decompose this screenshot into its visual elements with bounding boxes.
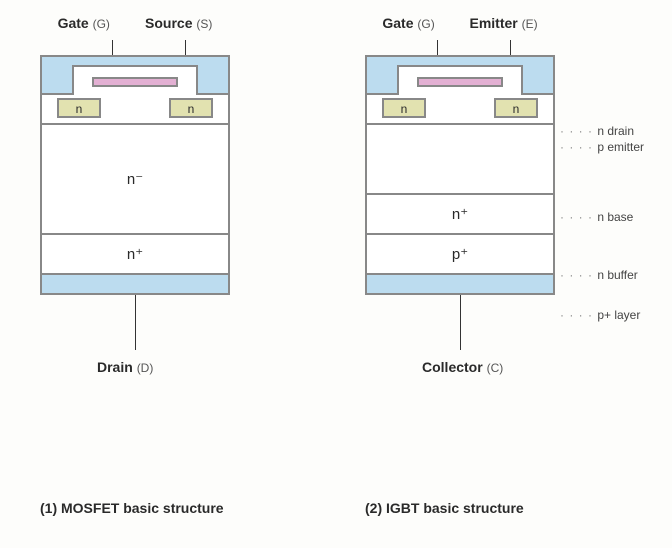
n-buffer-layer: n⁺ <box>367 195 553 235</box>
collector-label: Collector (C) <box>422 359 503 375</box>
mosfet-body: n n n⁻ n⁺ <box>40 55 230 295</box>
drain-symbol: (D) <box>137 361 154 375</box>
n-well-right: n <box>169 98 213 118</box>
mosfet-caption: (1) MOSFET basic structure <box>40 500 224 516</box>
gate-text: Gate <box>382 15 413 31</box>
mosfet-device: Gate (G) Source (S) n n n⁻ n⁺ Dra <box>40 55 230 295</box>
emitter-symbol: (E) <box>522 17 538 31</box>
igbt-device: Gate (G) Emitter (E) n n n⁺ p⁺ <box>365 55 555 295</box>
collector-symbol: (C) <box>487 361 504 375</box>
collector-lead <box>460 295 461 350</box>
n-well-left: n <box>57 98 101 118</box>
n-minus-layer: n⁻ <box>42 125 228 235</box>
drain-contact <box>42 275 228 293</box>
p-plus-layer: p⁺ <box>367 235 553 275</box>
n-plus-layer: n⁺ <box>42 235 228 275</box>
emitter-label: Emitter (E) <box>469 15 537 31</box>
n-well-row: n n <box>42 95 228 125</box>
annotation-n-buffer: n buffer <box>560 268 638 282</box>
gate-label: Gate (G) <box>58 15 110 31</box>
igbt-top-labels: Gate (G) Emitter (E) <box>365 15 555 31</box>
source-label: Source (S) <box>145 15 212 31</box>
emitter-text: Emitter <box>469 15 517 31</box>
collector-contact <box>367 275 553 293</box>
gate-electrode-icon <box>417 77 503 87</box>
gate-symbol: (G) <box>93 17 110 31</box>
drain-label: Drain (D) <box>97 359 153 375</box>
oxide-cap-layer <box>42 57 228 95</box>
gate-electrode-icon <box>92 77 178 87</box>
n-well-row: n n <box>367 95 553 125</box>
diagram-wrapper: Gate (G) Source (S) n n n⁻ n⁺ Dra <box>0 0 672 548</box>
n-base-layer <box>367 125 553 195</box>
annotation-p-plus-layer: p+ layer <box>560 308 640 322</box>
n-well-right: n <box>494 98 538 118</box>
annotation-n-drain: n drain <box>560 124 634 138</box>
drain-text: Drain <box>97 359 133 375</box>
annotation-p-emitter: p emitter <box>560 140 644 154</box>
annotation-n-base: n base <box>560 210 633 224</box>
gate-label: Gate (G) <box>382 15 434 31</box>
drain-lead <box>135 295 136 350</box>
collector-text: Collector <box>422 359 483 375</box>
source-text: Source <box>145 15 192 31</box>
mosfet-top-labels: Gate (G) Source (S) <box>40 15 230 31</box>
igbt-body: n n n⁺ p⁺ <box>365 55 555 295</box>
source-symbol: (S) <box>196 17 212 31</box>
n-well-left: n <box>382 98 426 118</box>
gate-text: Gate <box>58 15 89 31</box>
gate-symbol: (G) <box>417 17 434 31</box>
igbt-caption: (2) IGBT basic structure <box>365 500 524 516</box>
oxide-cap-layer <box>367 57 553 95</box>
